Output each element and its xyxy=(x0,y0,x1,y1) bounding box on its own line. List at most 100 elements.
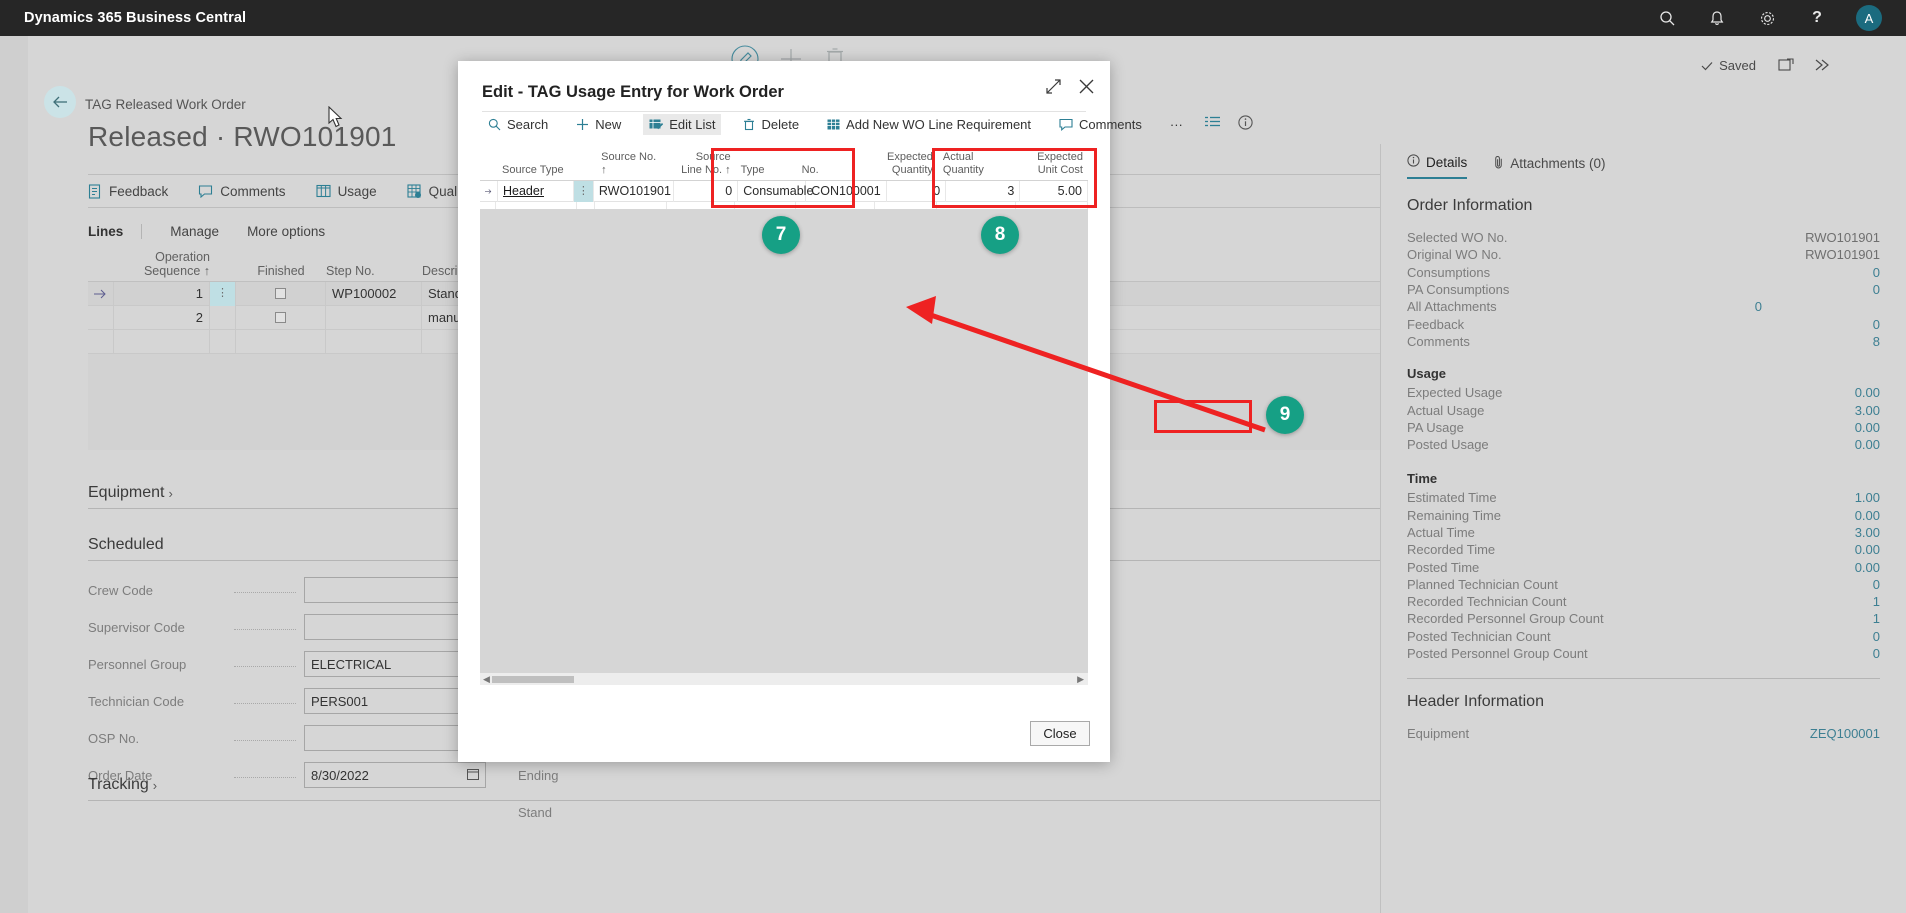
toolbar-label: Edit List xyxy=(669,116,716,132)
toolbar-new[interactable]: New xyxy=(570,114,627,135)
annotation-badge-7: 7 xyxy=(762,216,800,254)
info-value[interactable]: ZEQ100001 xyxy=(1810,726,1880,741)
column-header-expected-quantity[interactable]: Expected Quantity xyxy=(875,151,938,180)
info-value[interactable]: 0 xyxy=(1873,282,1880,297)
cell-source-no[interactable]: RWO101901 xyxy=(594,180,674,202)
toolbar-add-new-wo-line-requirement[interactable]: Add New WO Line Requirement xyxy=(821,114,1037,135)
toolbar-comments[interactable]: Comments xyxy=(1053,114,1148,135)
column-header-source-type[interactable]: Source Type xyxy=(497,164,577,180)
row-indicator-icon xyxy=(88,281,114,306)
info-value[interactable]: 1.00 xyxy=(1855,490,1880,505)
cell-finished[interactable] xyxy=(236,305,326,330)
toolbar-search[interactable]: Search xyxy=(482,114,554,135)
column-header-source-line-no[interactable]: Source Line No. ↑ xyxy=(668,151,736,180)
column-header-type[interactable]: Type xyxy=(736,164,797,180)
search-icon[interactable] xyxy=(1656,7,1678,29)
finished-checkbox[interactable] xyxy=(275,288,286,299)
column-header-no[interactable]: No. xyxy=(797,164,876,180)
collapse-icon[interactable] xyxy=(1814,58,1830,77)
source-type-link[interactable]: Header xyxy=(503,184,544,198)
table-row[interactable]: Header ⋮ RWO101901 0 Consumable CON10000… xyxy=(480,180,1088,202)
info-value[interactable]: 0 xyxy=(1873,317,1880,332)
field-label: Supervisor Code xyxy=(88,619,185,635)
cell-type[interactable]: Consumable xyxy=(738,180,813,202)
scrollbar-thumb[interactable] xyxy=(492,675,574,683)
subtab-lines[interactable]: Lines xyxy=(88,223,143,239)
help-icon[interactable]: ? xyxy=(1806,7,1828,29)
action-feedback[interactable]: Feedback xyxy=(88,184,168,199)
subtab-more-options[interactable]: More options xyxy=(233,224,339,239)
action-usage[interactable]: Usage xyxy=(316,184,377,199)
cell-source-line-no[interactable]: 0 xyxy=(674,180,739,202)
avatar[interactable]: A xyxy=(1856,5,1882,31)
info-key: Consumptions xyxy=(1407,264,1491,280)
cell-source-type[interactable]: Header xyxy=(498,180,574,202)
expand-icon[interactable] xyxy=(1046,79,1061,99)
toolbar-label: Search xyxy=(507,116,549,132)
info-row: Posted Time 0.00 xyxy=(1407,558,1880,575)
column-header-operation-sequence[interactable]: Operation Sequence ↑ xyxy=(114,250,210,281)
info-value[interactable]: 1 xyxy=(1873,611,1880,626)
info-value[interactable]: 3.00 xyxy=(1855,403,1880,418)
info-icon[interactable] xyxy=(1238,115,1253,133)
close-icon[interactable] xyxy=(1079,79,1094,99)
action-label: Usage xyxy=(337,183,377,199)
info-value[interactable]: 0 xyxy=(1873,629,1880,644)
info-value[interactable]: 0 xyxy=(1873,265,1880,280)
toolbar-more-icon[interactable]: ··· xyxy=(1164,114,1189,135)
back-button[interactable] xyxy=(44,86,76,118)
cell-finished[interactable] xyxy=(236,281,326,306)
cell-step-no[interactable]: WP100002 xyxy=(326,281,422,306)
info-value[interactable]: 0.00 xyxy=(1855,420,1880,435)
gear-icon[interactable] xyxy=(1756,7,1778,29)
info-key: Posted Technician Count xyxy=(1407,628,1551,644)
toolbar-edit-list[interactable]: Edit List xyxy=(643,113,722,135)
info-value[interactable]: 0.00 xyxy=(1855,437,1880,452)
bell-icon[interactable] xyxy=(1706,7,1728,29)
scroll-left-arrow-icon[interactable]: ◀ xyxy=(483,674,490,685)
column-header-expected-unit-cost[interactable]: Expected Unit Cost xyxy=(1016,151,1088,180)
horizontal-scrollbar[interactable]: ◀ ▶ xyxy=(480,673,1088,685)
row-menu-icon[interactable] xyxy=(210,305,236,330)
scroll-right-arrow-icon[interactable]: ▶ xyxy=(1077,674,1084,685)
row-menu-icon[interactable]: ⋮ xyxy=(210,281,236,306)
info-value[interactable]: 1 xyxy=(1873,594,1880,609)
cell-step-no[interactable] xyxy=(326,305,422,330)
info-value[interactable]: 0.00 xyxy=(1855,508,1880,523)
tab-attachments[interactable]: Attachments (0) xyxy=(1493,154,1606,179)
column-header-finished[interactable]: Finished xyxy=(236,264,326,281)
toolbar-delete[interactable]: Delete xyxy=(737,114,805,135)
column-header-step-no[interactable]: Step No. xyxy=(326,264,422,281)
cell-expected-quantity[interactable]: 0 xyxy=(887,180,947,202)
info-value[interactable]: 0.00 xyxy=(1855,385,1880,400)
cell-operation-sequence[interactable]: 1 xyxy=(114,281,210,306)
cell-operation-sequence[interactable]: 2 xyxy=(114,305,210,330)
finished-checkbox[interactable] xyxy=(275,312,286,323)
section-tracking-title[interactable]: Tracking › xyxy=(88,776,1492,800)
row-menu-icon[interactable]: ⋮ xyxy=(573,180,594,202)
divider xyxy=(88,800,1492,801)
cell-no[interactable]: CON100001 xyxy=(806,180,887,202)
info-value[interactable]: 0 xyxy=(1873,646,1880,661)
cell-actual-quantity[interactable]: 3 xyxy=(946,180,1021,202)
info-value[interactable]: 3.00 xyxy=(1855,525,1880,540)
tab-details[interactable]: Details xyxy=(1407,154,1468,179)
close-button[interactable]: Close xyxy=(1030,721,1090,746)
field-label: Technician Code xyxy=(88,693,185,709)
list-view-icon[interactable] xyxy=(1204,116,1220,132)
open-in-new-window-icon[interactable] xyxy=(1778,58,1794,77)
info-value[interactable]: 8 xyxy=(1873,334,1880,349)
breadcrumb[interactable]: TAG Released Work Order xyxy=(85,97,246,112)
info-value[interactable]: 0.00 xyxy=(1855,542,1880,557)
cell-expected-unit-cost[interactable]: 5.00 xyxy=(1020,180,1088,202)
info-value[interactable]: 0.00 xyxy=(1855,560,1880,575)
section-tracking[interactable]: Tracking › xyxy=(88,776,1492,801)
column-header-actual-quantity[interactable]: Actual Quantity xyxy=(938,151,1017,180)
column-header-source-no[interactable]: Source No. ↑ xyxy=(596,151,668,180)
action-comments[interactable]: Comments xyxy=(198,184,286,199)
info-value[interactable]: 0 xyxy=(1873,577,1880,592)
subtab-manage[interactable]: Manage xyxy=(156,224,233,239)
dialog-toolbar-right xyxy=(1204,115,1253,133)
info-key: Planned Technician Count xyxy=(1407,576,1558,592)
info-value[interactable]: 0 xyxy=(1755,299,1762,314)
